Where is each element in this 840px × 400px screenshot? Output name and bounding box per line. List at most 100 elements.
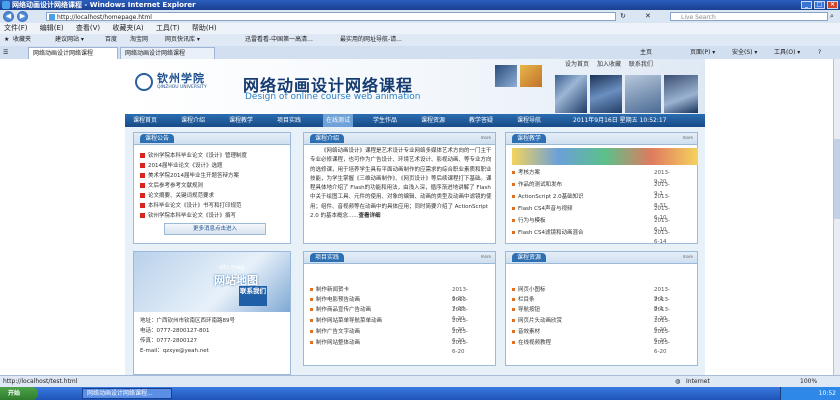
banner-photos (495, 65, 700, 113)
page-viewport: 钦州学院 QINZHOU UNIVERSITY 网络动画设计网络课程 Desig… (0, 59, 834, 375)
menu-help[interactable]: 帮助(H) (192, 24, 217, 32)
minimize-button[interactable]: _ (801, 1, 812, 9)
sitemap-en: sits map (219, 264, 245, 271)
sitemap-banner[interactable]: sits map 网站地图 联系我们 (134, 252, 290, 312)
menu-view[interactable]: 查看(V) (76, 24, 100, 32)
taskbar: 开始 网络动画设计网络课程... 10:52 (0, 387, 840, 400)
nav-resources[interactable]: 课程资源 (421, 114, 445, 127)
set-homepage-link[interactable]: 设为首页 (565, 61, 589, 68)
nav-qa[interactable]: 教学答疑 (469, 114, 493, 127)
vertical-scrollbar[interactable] (833, 59, 840, 375)
notice-item[interactable]: 论文摘要、关键词规范要求 (140, 192, 214, 201)
tab-list-icon[interactable]: ☰ (3, 46, 8, 59)
list-item[interactable]: 考核方案 2013-9-20 (512, 169, 670, 185)
start-button[interactable]: 开始 (0, 387, 38, 400)
list-item[interactable]: 在线视频教程 2013-6-20 (512, 339, 670, 355)
system-tray: 10:52 (780, 387, 840, 400)
list-item[interactable]: 音效素材 2013-6-20 (512, 328, 670, 344)
website: 钦州学院 QINZHOU UNIVERSITY 网络动画设计网络课程 Desig… (125, 59, 705, 375)
safety-menu-button[interactable]: 安全(S) ▾ (732, 46, 757, 59)
menu-tools[interactable]: 工具(T) (156, 24, 180, 32)
nav-home[interactable]: 课程首页 (133, 114, 157, 127)
stop-icon[interactable]: ✕ (645, 12, 651, 20)
address-input[interactable]: http://localhost/homepage.html (46, 12, 616, 21)
fav-item[interactable]: 网页快讯库 ▾ (165, 34, 200, 46)
search-icon[interactable]: ⌕ (830, 12, 834, 21)
projects-more-link[interactable]: more (481, 254, 491, 259)
list-item[interactable]: 制作网站整体动画 2013-6-20 (310, 339, 468, 355)
tools-menu-button[interactable]: 工具(O) ▾ (774, 46, 800, 59)
fav-item[interactable]: 迅雷看看-中国第一高清... (245, 34, 313, 46)
favorites-button[interactable]: 收藏夹 (13, 34, 31, 46)
add-favorite-link[interactable]: 加入收藏 (597, 61, 621, 68)
top-links: 设为首页 加入收藏 联系我们 (565, 59, 659, 68)
notice-item[interactable]: 美术学院2014届毕业生开题答辩方案 (140, 172, 239, 181)
list-item[interactable]: 行为与模板 2013-6-10 (512, 217, 670, 233)
fav-item[interactable]: 最实用的网址导航-请... (340, 34, 402, 46)
back-icon[interactable]: ◀ (3, 11, 14, 22)
notice-item[interactable]: 钦州学院本科毕业论文《设计》撰写 (140, 212, 236, 221)
favorites-star-icon[interactable]: ★ (4, 34, 9, 46)
university-logo-icon (135, 73, 153, 91)
help-icon[interactable]: ? (818, 46, 821, 59)
nav-projects[interactable]: 项目实践 (277, 114, 301, 127)
maximize-button[interactable]: □ (814, 1, 825, 9)
notice-title: 课程公告 (140, 134, 175, 143)
window-titlebar: 网络动画设计网络课程 - Windows Internet Explorer _… (0, 0, 840, 10)
page-menu-button[interactable]: 页面(P) ▾ (690, 46, 715, 59)
list-item[interactable]: 制作新闻贺卡 2013-6-20 (310, 286, 468, 302)
fav-item[interactable]: 百度 (105, 34, 117, 46)
resources-panel: 课程资源 more 网页小图标 2013-9-1 栏目条 2013-8-1 导航按钮 2… (505, 251, 698, 366)
notice-item[interactable]: 本科毕业论文《设计》书写和打印规范 (140, 202, 242, 211)
refresh-icon[interactable]: ↻ (620, 12, 626, 20)
list-item[interactable]: 制作商品宣传广告动画 2013-6-20 (310, 306, 468, 322)
search-input[interactable]: Live Search (670, 12, 828, 21)
contact-link[interactable]: 联系我们 (629, 61, 653, 68)
teaching-panel: 课程教学 more 考核方案 2013-9-20 作品的测试和发布 2013-9-1 … (505, 132, 698, 245)
tab-2[interactable]: 网络动画设计网络课程 (120, 47, 215, 59)
menu-file[interactable]: 文件(F) (4, 24, 28, 32)
menu-favorites[interactable]: 收藏夹(A) (112, 24, 143, 32)
forward-icon[interactable]: ▶ (17, 11, 28, 22)
nav-works[interactable]: 学生作品 (373, 114, 397, 127)
list-item[interactable]: 栏目条 2013-8-1 (512, 296, 670, 312)
menu-edit[interactable]: 编辑(E) (40, 24, 64, 32)
list-item[interactable]: 作品的测试和发布 2013-9-1 (512, 181, 670, 197)
nav-intro[interactable]: 课程介绍 (181, 114, 205, 127)
taskbar-ie-window[interactable]: 网络动画设计网络课程... (82, 388, 172, 399)
projects-panel: 项目实践 more 制作新闻贺卡 2013-6-20 制作电影预告动画 2013-7-… (303, 251, 496, 366)
list-item[interactable]: 制作网站菜单导航菜单动画 2013-6-20 (310, 317, 468, 333)
nav-teaching[interactable]: 课程教学 (229, 114, 253, 127)
list-item[interactable]: ActionScript 2.0基础知识 2013-8-31 (512, 193, 670, 209)
tab-1[interactable]: 网络动画设计网络课程 (28, 47, 118, 59)
list-item[interactable]: Flash CS4声音与视频 2013-6-10 (512, 205, 670, 221)
list-item[interactable]: Flash CS4滤镜和动画混合 2013-6-14 (512, 229, 670, 245)
sitemap-panel: sits map 网站地图 联系我们 地址：广西钦州市钦南区西环南路89号 电话… (133, 251, 291, 375)
list-item[interactable]: 网页小图标 2013-9-1 (512, 286, 670, 302)
nav-test[interactable]: 在线测试 (323, 114, 354, 127)
resources-more-link[interactable]: more (683, 254, 693, 259)
list-item[interactable]: 制作电影预告动画 2013-7-28 (310, 296, 468, 312)
notice-item[interactable]: 2014届毕业论文《设计》选题 (140, 162, 223, 171)
menu-bar: 文件(F) 编辑(E) 查看(V) 收藏夹(A) 工具(T) 帮助(H) (0, 23, 840, 34)
notice-item[interactable]: 钦州学院本科毕业论文《设计》管理制度 (140, 152, 247, 161)
intro-detail-link[interactable]: 查看详细 (359, 213, 381, 219)
more-notices-button[interactable]: 更多消息点击进入 (164, 223, 266, 235)
home-button[interactable]: 主页 (640, 46, 652, 59)
site-subtitle: Design of online course web animation (245, 92, 421, 102)
list-item[interactable]: 导航按钮 2013-7-20 (512, 306, 670, 322)
fav-item[interactable]: 淘宝网 (130, 34, 148, 46)
teaching-more-link[interactable]: more (683, 135, 693, 140)
list-item[interactable]: 网页片头动画欣赏 2013-6-20 (512, 317, 670, 333)
logo-english: QINZHOU UNIVERSITY (157, 85, 207, 90)
notice-item[interactable]: 文后参考参考文献规则 (140, 182, 203, 191)
list-item[interactable]: 制作广告文字动画 2013-6-20 (310, 328, 468, 344)
intro-more-link[interactable]: more (481, 135, 491, 140)
close-button[interactable]: × (827, 1, 838, 9)
scrollbar-thumb[interactable] (834, 139, 840, 219)
address-bar: ◀ ▶ http://localhost/homepage.html ↻ ✕ L… (0, 10, 840, 24)
fav-item[interactable]: 建议网站 ▾ (55, 34, 84, 46)
pencils-image (512, 148, 698, 165)
clock: 10:52 (818, 390, 836, 397)
nav-guide[interactable]: 课程导航 (517, 114, 541, 127)
